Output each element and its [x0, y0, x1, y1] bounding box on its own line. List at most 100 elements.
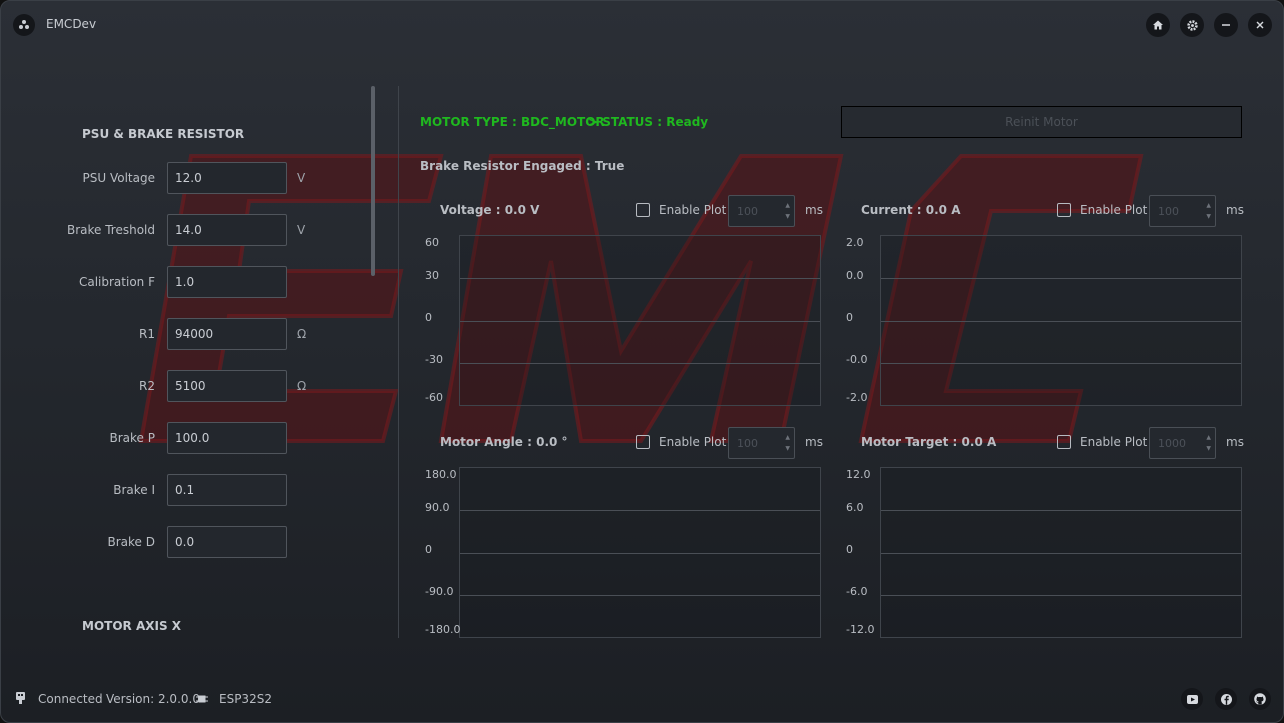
youtube-button[interactable]: [1181, 688, 1203, 710]
enable-plot-label: Enable Plot: [1080, 435, 1148, 449]
motor-type-label: MOTOR TYPE : BDC_MOTOR: [420, 115, 605, 129]
interval-value: 100: [737, 205, 758, 218]
motor-status-label: > STATUS : Ready: [588, 115, 709, 129]
current-interval-input[interactable]: 100 ▲ ▼: [1149, 195, 1216, 227]
y-tick: 0: [425, 311, 432, 324]
panel-divider: [398, 86, 399, 638]
brake-i-input[interactable]: 0.1: [167, 474, 287, 506]
github-button[interactable]: [1249, 688, 1271, 710]
motor-angle-interval-input[interactable]: 100 ▲ ▼: [728, 427, 795, 459]
current-plot-title: Current : 0.0 A: [861, 203, 961, 217]
r1-input[interactable]: 94000: [167, 318, 287, 350]
y-tick: 0: [846, 311, 853, 324]
y-tick: 30: [425, 269, 439, 282]
y-tick: 2.0: [846, 236, 864, 249]
home-icon: [1153, 20, 1163, 30]
field-label-r1: R1: [139, 327, 155, 341]
app-title: EMCDev: [46, 17, 97, 31]
motor-angle-plot-area: [459, 467, 821, 638]
gridline: [460, 363, 820, 364]
motor-angle-enable-checkbox[interactable]: [636, 435, 650, 449]
gridline: [460, 321, 820, 322]
spin-arrows-icon[interactable]: ▲ ▼: [785, 200, 790, 222]
minimize-icon: [1222, 24, 1230, 26]
y-tick: -60: [425, 391, 443, 404]
y-tick: 180.0: [425, 468, 457, 481]
usb-plug-icon: [16, 692, 25, 704]
voltage-enable-checkbox[interactable]: [636, 203, 650, 217]
facebook-button[interactable]: [1215, 688, 1237, 710]
y-tick: -0.0: [846, 353, 868, 366]
current-plot-area: [880, 235, 1242, 406]
brake-threshold-input[interactable]: 14.0: [167, 214, 287, 246]
version-label: Version: 2.0.0.0: [106, 692, 200, 706]
enable-plot-label: Enable Plot: [1080, 203, 1148, 217]
gridline: [460, 553, 820, 554]
enable-plot-label: Enable Plot: [659, 435, 727, 449]
y-tick: 12.0: [846, 468, 871, 481]
unit-label: Ω: [297, 327, 307, 341]
section-title-motor-axis: MOTOR AXIS X: [82, 619, 182, 633]
brake-d-input[interactable]: 0.0: [167, 526, 287, 558]
youtube-icon: [1186, 694, 1198, 704]
settings-scrollbar[interactable]: [371, 86, 375, 276]
section-title-psu: PSU & BRAKE RESISTOR: [82, 127, 245, 141]
chip-icon: [196, 695, 208, 703]
app-logo-icon: [13, 14, 35, 36]
unit-label: V: [297, 223, 306, 237]
field-label-r2: R2: [139, 379, 155, 393]
field-label-brake-d: Brake D: [107, 535, 155, 549]
current-enable-checkbox[interactable]: [1057, 203, 1071, 217]
y-tick: -180.0: [425, 623, 461, 636]
r2-input[interactable]: 5100: [167, 370, 287, 402]
y-tick: 90.0: [425, 501, 450, 514]
unit-label: V: [297, 171, 306, 185]
interval-value: 1000: [1158, 437, 1186, 450]
home-button[interactable]: [1146, 13, 1170, 37]
brake-p-input[interactable]: 100.0: [167, 422, 287, 454]
y-tick: 0: [846, 543, 853, 556]
ms-unit-label: ms: [805, 203, 823, 217]
ms-unit-label: ms: [1226, 203, 1244, 217]
gridline: [881, 278, 1241, 279]
voltage-interval-input[interactable]: 100 ▲ ▼: [728, 195, 795, 227]
calibration-f-input[interactable]: 1.0: [167, 266, 287, 298]
close-icon: [1256, 21, 1264, 29]
close-button[interactable]: [1248, 13, 1272, 37]
field-label-calibration-f: Calibration F: [78, 275, 155, 289]
spin-arrows-icon[interactable]: ▲ ▼: [1206, 200, 1211, 222]
gridline: [460, 595, 820, 596]
y-tick: 60: [425, 236, 439, 249]
interval-value: 100: [737, 437, 758, 450]
spin-arrows-icon[interactable]: ▲ ▼: [785, 432, 790, 454]
settings-button[interactable]: [1180, 13, 1204, 37]
gridline: [881, 321, 1241, 322]
reinit-motor-button[interactable]: Reinit Motor: [841, 106, 1242, 138]
field-label-brake-i: Brake I: [113, 483, 155, 497]
y-tick: 0.0: [846, 269, 864, 282]
motor-target-enable-checkbox[interactable]: [1057, 435, 1071, 449]
voltage-plot-title: Voltage : 0.0 V: [440, 203, 540, 217]
gridline: [460, 278, 820, 279]
connection-status: Connected: [38, 692, 103, 706]
enable-plot-label: Enable Plot: [659, 203, 727, 217]
gridline: [881, 595, 1241, 596]
field-label-brake-threshold: Brake Treshold: [66, 223, 155, 237]
facebook-icon: [1220, 693, 1232, 705]
y-tick: -90.0: [425, 585, 454, 598]
field-label-brake-p: Brake P: [109, 431, 155, 445]
gridline: [460, 510, 820, 511]
psu-voltage-input[interactable]: 12.0: [167, 162, 287, 194]
motor-target-interval-input[interactable]: 1000 ▲ ▼: [1149, 427, 1216, 459]
gridline: [881, 363, 1241, 364]
y-tick: -6.0: [846, 585, 868, 598]
y-tick: -2.0: [846, 391, 868, 404]
unit-label: Ω: [297, 379, 307, 393]
voltage-plot-area: [459, 235, 821, 406]
gear-icon: [1186, 19, 1198, 31]
gridline: [881, 510, 1241, 511]
app-window: EMCDev PSU & BRAKE RESISTOR PSU Voltage …: [0, 0, 1284, 723]
github-icon: [1254, 693, 1266, 705]
spin-arrows-icon[interactable]: ▲ ▼: [1206, 432, 1211, 454]
minimize-button[interactable]: [1214, 13, 1238, 37]
